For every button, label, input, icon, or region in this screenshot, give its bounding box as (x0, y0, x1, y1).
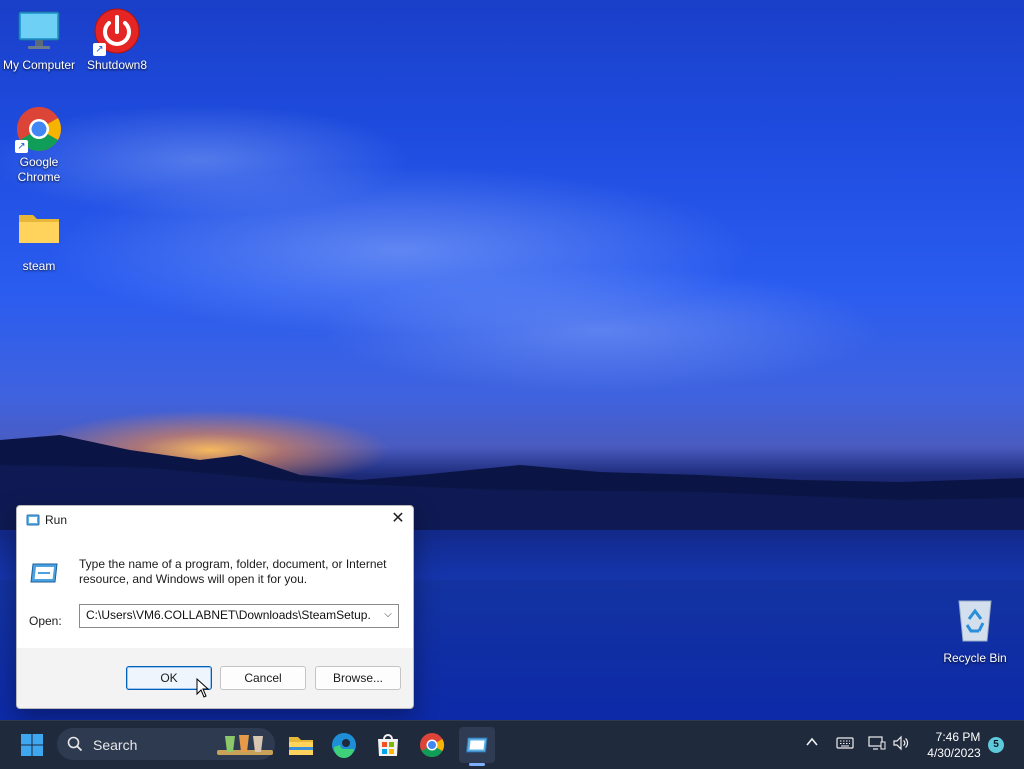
desktop-icon-steam[interactable]: steam (0, 205, 81, 274)
run-icon (465, 737, 488, 753)
run-dialog-titlebar[interactable]: Run ✕ (17, 506, 413, 534)
run-app-icon (30, 563, 58, 583)
search-highlight-drinks-icon (217, 735, 273, 755)
keyboard-icon[interactable] (836, 736, 854, 753)
desktop[interactable]: My Computer ↗ Shutdown8 ↗ Google Chrome … (0, 0, 1024, 720)
monitor-icon (15, 8, 63, 56)
run-dialog-description: Type the name of a program, folder, docu… (79, 557, 387, 586)
taskbar-chrome[interactable] (414, 727, 450, 763)
run-dialog: Run ✕ Type the name of a program, folder… (16, 505, 414, 709)
taskbar-file-explorer[interactable] (283, 727, 319, 763)
desktop-icon-label: steam (22, 259, 56, 273)
desktop-icon-shutdown8[interactable]: ↗ Shutdown8 (75, 8, 159, 73)
chrome-icon: ↗ (15, 105, 63, 153)
desktop-icon-label: Recycle Bin (943, 651, 1007, 665)
desktop-icon-recycle-bin[interactable]: Recycle Bin (933, 597, 1017, 666)
close-icon: ✕ (391, 510, 405, 527)
desktop-icon-label: Google Chrome (17, 155, 61, 184)
edge-icon (332, 733, 356, 759)
start-button[interactable] (14, 727, 50, 763)
microsoft-store-icon (378, 734, 398, 756)
network-icon[interactable] (868, 735, 886, 754)
mouse-cursor-icon (196, 678, 210, 698)
clock-time: 7:46 PM (935, 730, 981, 744)
show-hidden-icons-button[interactable] (805, 735, 819, 752)
chrome-icon (420, 733, 445, 758)
taskbar-search-box[interactable]: Search (57, 728, 275, 760)
open-input[interactable] (80, 605, 376, 625)
cancel-button[interactable]: Cancel (220, 666, 306, 690)
desktop-icon-google-chrome[interactable]: ↗ Google Chrome (0, 105, 81, 185)
active-app-indicator (469, 763, 485, 766)
search-label: Search (93, 737, 138, 753)
shortcut-arrow-icon: ↗ (15, 140, 28, 153)
taskbar-run[interactable] (459, 727, 495, 763)
run-dialog-title: Run (45, 513, 68, 527)
shortcut-arrow-icon: ↗ (93, 43, 106, 56)
run-icon (26, 514, 40, 526)
chevron-down-icon[interactable]: ⌵ (378, 605, 398, 627)
open-combobox[interactable]: ⌵ (79, 604, 399, 628)
taskbar-edge[interactable] (326, 727, 362, 763)
browse-button[interactable]: Browse... (315, 666, 401, 690)
run-dialog-body: Type the name of a program, folder, docu… (17, 534, 413, 648)
search-icon (67, 736, 83, 752)
clock-date: 4/30/2023 (927, 746, 981, 760)
volume-icon[interactable] (892, 735, 910, 754)
chevron-up-icon (806, 737, 818, 746)
taskbar: Search 7:46 PM 4/30/2023 5 (0, 720, 1024, 769)
file-explorer-icon (289, 737, 313, 755)
desktop-icon-my-computer[interactable]: My Computer (0, 8, 81, 73)
desktop-icon-label: Shutdown8 (86, 58, 148, 72)
taskbar-microsoft-store[interactable] (370, 727, 406, 763)
recycle-bin-icon (951, 597, 999, 645)
notification-badge[interactable]: 5 (988, 737, 1004, 753)
power-icon: ↗ (93, 8, 141, 56)
open-label: Open: (29, 614, 62, 628)
close-button[interactable]: ✕ (383, 506, 413, 534)
desktop-icon-label: My Computer (2, 58, 76, 72)
folder-icon (15, 205, 63, 253)
start-icon (21, 734, 43, 756)
